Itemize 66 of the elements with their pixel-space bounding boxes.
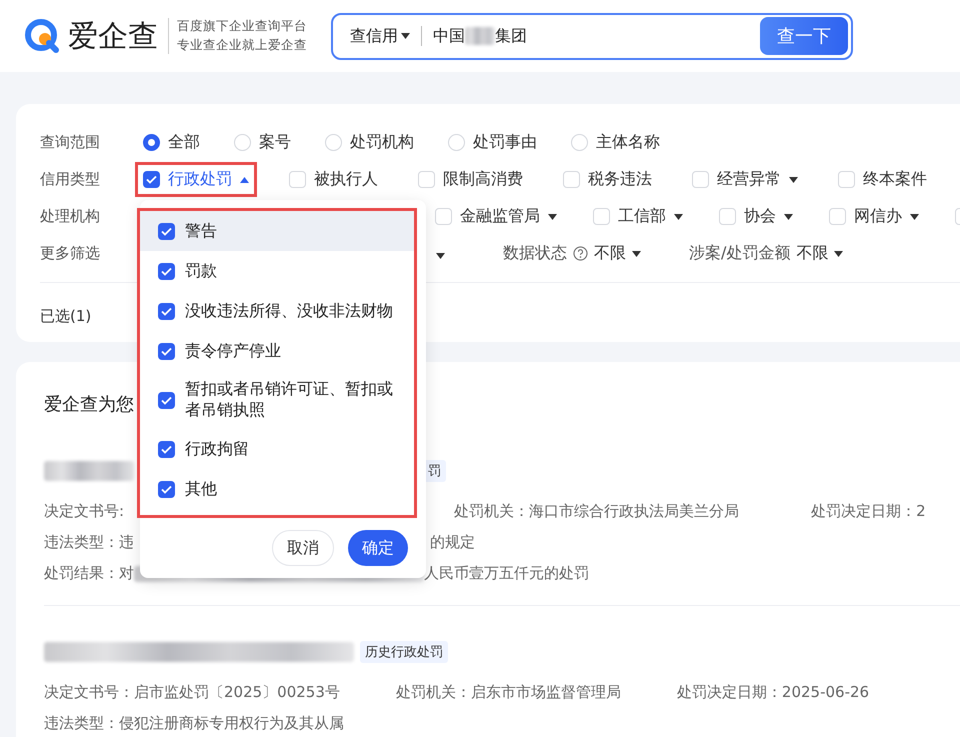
logo-text: 爱企查 — [68, 18, 158, 56]
record-field: 人民币壹万五仟元的处罚 — [424, 564, 589, 583]
radio-option[interactable]: 全部 — [135, 125, 208, 160]
blurred-text — [465, 27, 495, 45]
caret-icon — [910, 214, 919, 220]
filter-label: 更多筛选 — [40, 244, 101, 263]
caret-icon — [784, 214, 793, 220]
checkbox-option[interactable]: 被执行人 — [281, 162, 386, 197]
caret-icon — [789, 176, 798, 182]
search-scope-select[interactable]: 查信用 — [350, 26, 410, 46]
caret-icon — [548, 214, 557, 220]
record-field: 决定文书号：启市监处罚〔2025〕00253号 — [44, 683, 340, 702]
logo-icon — [24, 18, 60, 54]
filter-select[interactable]: 数据状态 不限 — [503, 243, 641, 264]
record-field: 处罚决定日期：2025-06-26 — [676, 683, 870, 702]
search-field[interactable]: 查信用 中国 集团 查一下 — [331, 12, 853, 60]
results-title: 爱企查为您 — [44, 393, 134, 416]
caret-icon — [401, 33, 410, 39]
caret-icon — [674, 214, 683, 220]
radio-option[interactable]: 案号 — [226, 125, 299, 160]
tagline: 专业查企业就上爱企查 — [177, 37, 307, 54]
filter-select[interactable]: 涉案/处罚金额 不限 — [689, 243, 844, 264]
checkbox-option[interactable]: 税务违法 — [555, 162, 660, 197]
radio-option[interactable]: 处罚事由 — [440, 125, 545, 160]
caret-icon — [632, 250, 641, 256]
record-field: 处罚机关：海口市综合行政执法局美兰分局 — [454, 502, 740, 521]
checkbox-option[interactable]: 限制高消费 — [410, 162, 531, 197]
search-value: 集团 — [495, 26, 527, 46]
record-field: 处罚机关：启东市市场监督管理局 — [396, 683, 621, 702]
checkbox-option[interactable]: 网信办 — [821, 199, 927, 234]
tagline: 百度旗下企业查询平台 — [177, 18, 307, 35]
filter-label: 处理机构 — [40, 207, 101, 226]
caret-icon — [834, 250, 844, 256]
check-icon — [161, 346, 172, 356]
cancel-button[interactable]: 取消 — [272, 530, 334, 566]
filter-label: 信用类型 — [40, 170, 101, 189]
checkbox-option[interactable]: 协会 — [711, 199, 801, 234]
record-tag: 历史行政处罚 — [360, 641, 448, 663]
radio-option[interactable]: 主体名称 — [563, 125, 668, 160]
check-icon — [161, 444, 172, 454]
check-icon — [161, 226, 172, 236]
check-icon — [146, 175, 157, 184]
caret-icon — [240, 176, 249, 182]
filter-label: 查询范围 — [40, 133, 101, 152]
caret-icon — [436, 253, 445, 259]
checkbox-option[interactable]: 金融监管局 — [427, 199, 565, 234]
selected-count: 已选(1) — [40, 307, 92, 326]
confirm-button[interactable]: 确定 — [348, 530, 408, 566]
dropdown-option[interactable]: 警告 — [140, 211, 414, 251]
checkbox-option[interactable]: 经营异常 — [684, 162, 806, 197]
record-field: 违法类型：违 — [44, 533, 134, 552]
record-field: 处罚决定日期：2 — [811, 502, 926, 521]
check-icon — [161, 306, 172, 316]
checkbox-option[interactable]: 工信部 — [585, 199, 691, 234]
search-value: 中国 — [433, 26, 465, 46]
highlighted-checkbox-option[interactable]: 行政处罚 — [135, 162, 257, 197]
search-button[interactable]: 查一下 — [760, 17, 848, 55]
record-field: 违法类型：侵犯注册商标专用权行为及其从属 — [44, 714, 344, 733]
radio-option[interactable]: 处罚机构 — [317, 125, 422, 160]
check-icon — [161, 484, 172, 494]
record-field: 的规定 — [430, 533, 475, 552]
check-icon — [161, 266, 172, 276]
check-icon — [161, 396, 172, 404]
record-field: 决定文书号: — [44, 502, 124, 521]
checkbox-option[interactable]: 终本案件 — [830, 162, 935, 197]
record-field: 处罚结果：对 — [44, 564, 134, 583]
